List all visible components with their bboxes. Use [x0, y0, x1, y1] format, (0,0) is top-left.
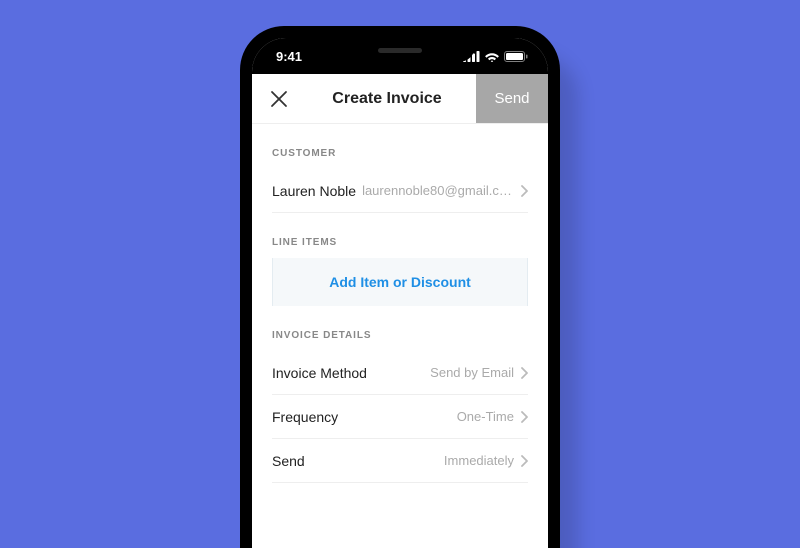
invoice-method-label: Invoice Method	[272, 365, 367, 381]
phone-notch	[325, 38, 475, 62]
send-value: Immediately	[305, 453, 520, 468]
section-lineitems-label: LINE ITEMS	[272, 237, 528, 248]
customer-email: laurennoble80@gmail.com	[356, 183, 520, 198]
phone-screen: 9:41	[252, 38, 548, 548]
invoice-method-row[interactable]: Invoice Method Send by Email	[272, 351, 528, 395]
send-label: Send	[272, 453, 305, 469]
phone-speaker	[378, 48, 422, 53]
status-time: 9:41	[276, 49, 302, 64]
send-row[interactable]: Send Immediately	[272, 439, 528, 483]
customer-name: Lauren Noble	[272, 183, 356, 199]
battery-icon	[504, 51, 528, 62]
add-item-button[interactable]: Add Item or Discount	[272, 258, 528, 306]
close-button[interactable]	[252, 74, 306, 123]
chevron-right-icon	[520, 185, 528, 197]
invoice-method-value: Send by Email	[367, 365, 520, 380]
nav-bar: Create Invoice Send	[252, 74, 548, 124]
phone-frame: 9:41	[240, 26, 560, 548]
close-icon	[270, 90, 288, 108]
section-customer-label: CUSTOMER	[272, 148, 528, 159]
add-item-label: Add Item or Discount	[329, 274, 471, 290]
frequency-value: One-Time	[338, 409, 520, 424]
content: CUSTOMER Lauren Noble laurennoble80@gmai…	[252, 148, 548, 483]
nav-title: Create Invoice	[306, 74, 476, 123]
frequency-row[interactable]: Frequency One-Time	[272, 395, 528, 439]
frequency-label: Frequency	[272, 409, 338, 425]
section-details-label: INVOICE DETAILS	[272, 330, 528, 341]
chevron-right-icon	[520, 411, 528, 423]
customer-row[interactable]: Lauren Noble laurennoble80@gmail.com	[272, 169, 528, 213]
chevron-right-icon	[520, 367, 528, 379]
chevron-right-icon	[520, 455, 528, 467]
wifi-icon	[484, 51, 500, 62]
send-button-label: Send	[494, 90, 529, 107]
send-button[interactable]: Send	[476, 74, 548, 123]
